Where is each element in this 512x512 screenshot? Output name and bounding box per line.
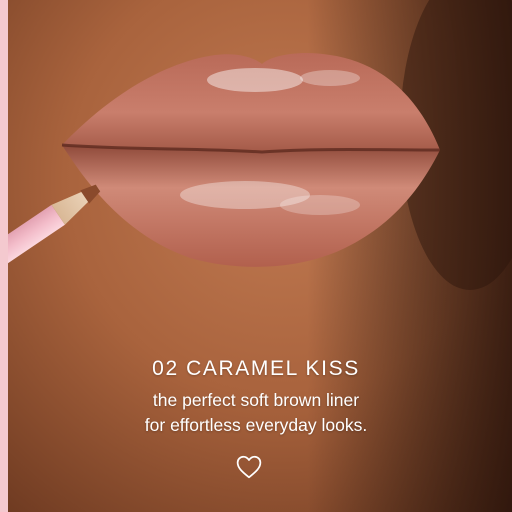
tagline-line-2: for effortless everyday looks. xyxy=(144,415,368,435)
product-tagline: the perfect soft brown liner for effortl… xyxy=(0,388,512,438)
heart-outline-icon[interactable] xyxy=(236,455,262,479)
tagline-line-1: the perfect soft brown liner xyxy=(152,390,360,410)
product-caption: 02 CARAMEL KISS the perfect soft brown l… xyxy=(0,356,512,438)
shade-name: 02 CARAMEL KISS xyxy=(152,357,360,380)
product-image-card: 02 CARAMEL KISS the perfect soft brown l… xyxy=(0,0,512,512)
